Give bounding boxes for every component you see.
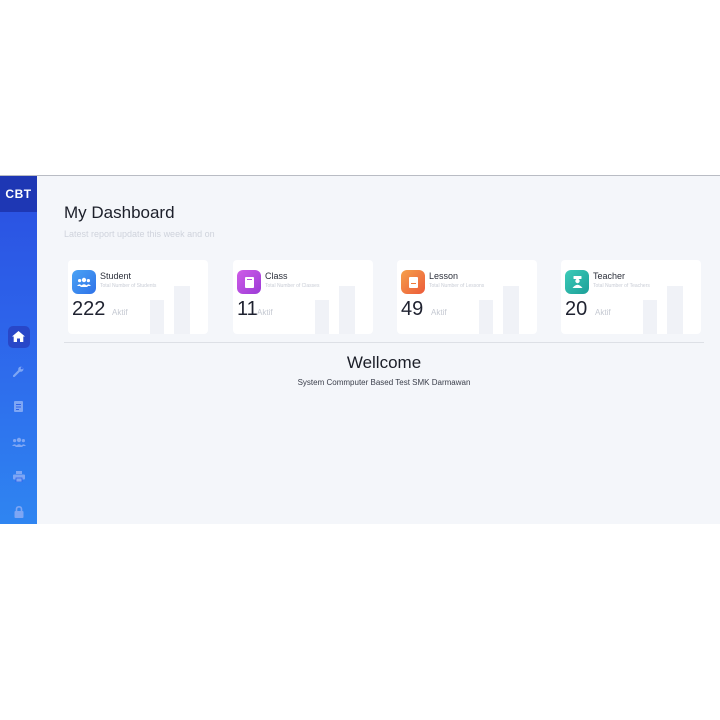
stat-card-class[interactable]: Class Total Number of Classes 11 Aktif (233, 260, 373, 334)
card-value: 222 (72, 298, 106, 320)
card-description: Total Number of Teachers (593, 283, 650, 289)
card-decoration (479, 286, 529, 334)
card-status: Aktif (595, 308, 611, 317)
stat-card-lesson[interactable]: Lesson Total Number of Lessons 49 Aktif (397, 260, 537, 334)
page-title: My Dashboard (64, 203, 175, 222)
sidebar: CBT (0, 176, 37, 524)
card-description: Total Number of Classes (265, 283, 320, 289)
wrench-icon (13, 366, 24, 377)
card-description: Total Number of Students (100, 283, 157, 289)
printer-icon (12, 471, 25, 482)
home-icon (12, 331, 25, 342)
card-value: 49 (401, 298, 424, 320)
book-icon (237, 270, 261, 294)
sidebar-item-tools[interactable] (0, 354, 37, 389)
sidebar-item-documents[interactable] (0, 389, 37, 424)
app-window: CBT My Dashboard Latest report update th… (0, 175, 720, 524)
card-decoration (643, 286, 693, 334)
card-label: Class (265, 271, 288, 281)
card-label: Student (100, 271, 132, 281)
card-description: Total Number of Lessons (429, 283, 485, 289)
lock-icon (14, 505, 23, 518)
stat-card-teacher[interactable]: Teacher Total Number of Teachers 20 Akti… (561, 260, 701, 334)
users-icon (11, 437, 26, 447)
card-value: 11 (237, 298, 258, 320)
book-icon (401, 270, 425, 294)
document-icon (14, 401, 23, 412)
card-status: Aktif (112, 308, 128, 317)
card-label: Teacher (593, 271, 626, 281)
sidebar-item-home[interactable] (0, 319, 37, 354)
stats-cards: Student Total Number of Students 222 Akt… (68, 260, 701, 334)
page-subtitle: Latest report update this week and on (64, 229, 215, 239)
section-divider (64, 342, 704, 343)
sidebar-nav (0, 319, 37, 529)
stat-card-student[interactable]: Student Total Number of Students 222 Akt… (68, 260, 208, 334)
sidebar-item-print[interactable] (0, 459, 37, 494)
main-content: My Dashboard Latest report update this w… (64, 176, 704, 524)
card-status: Aktif (431, 308, 447, 317)
card-decoration (315, 286, 365, 334)
brand-logo[interactable]: CBT (0, 176, 37, 212)
sidebar-item-lock[interactable] (0, 494, 37, 529)
card-decoration (150, 286, 200, 334)
teacher-icon (565, 270, 589, 294)
card-status: Aktif (257, 308, 273, 317)
sidebar-item-users[interactable] (0, 424, 37, 459)
users-icon (72, 270, 96, 294)
card-value: 20 (565, 298, 588, 320)
card-label: Lesson (429, 271, 459, 281)
welcome-subtitle: System Commputer Based Test SMK Darmawan (297, 378, 471, 387)
welcome-heading: Wellcome (346, 353, 422, 372)
